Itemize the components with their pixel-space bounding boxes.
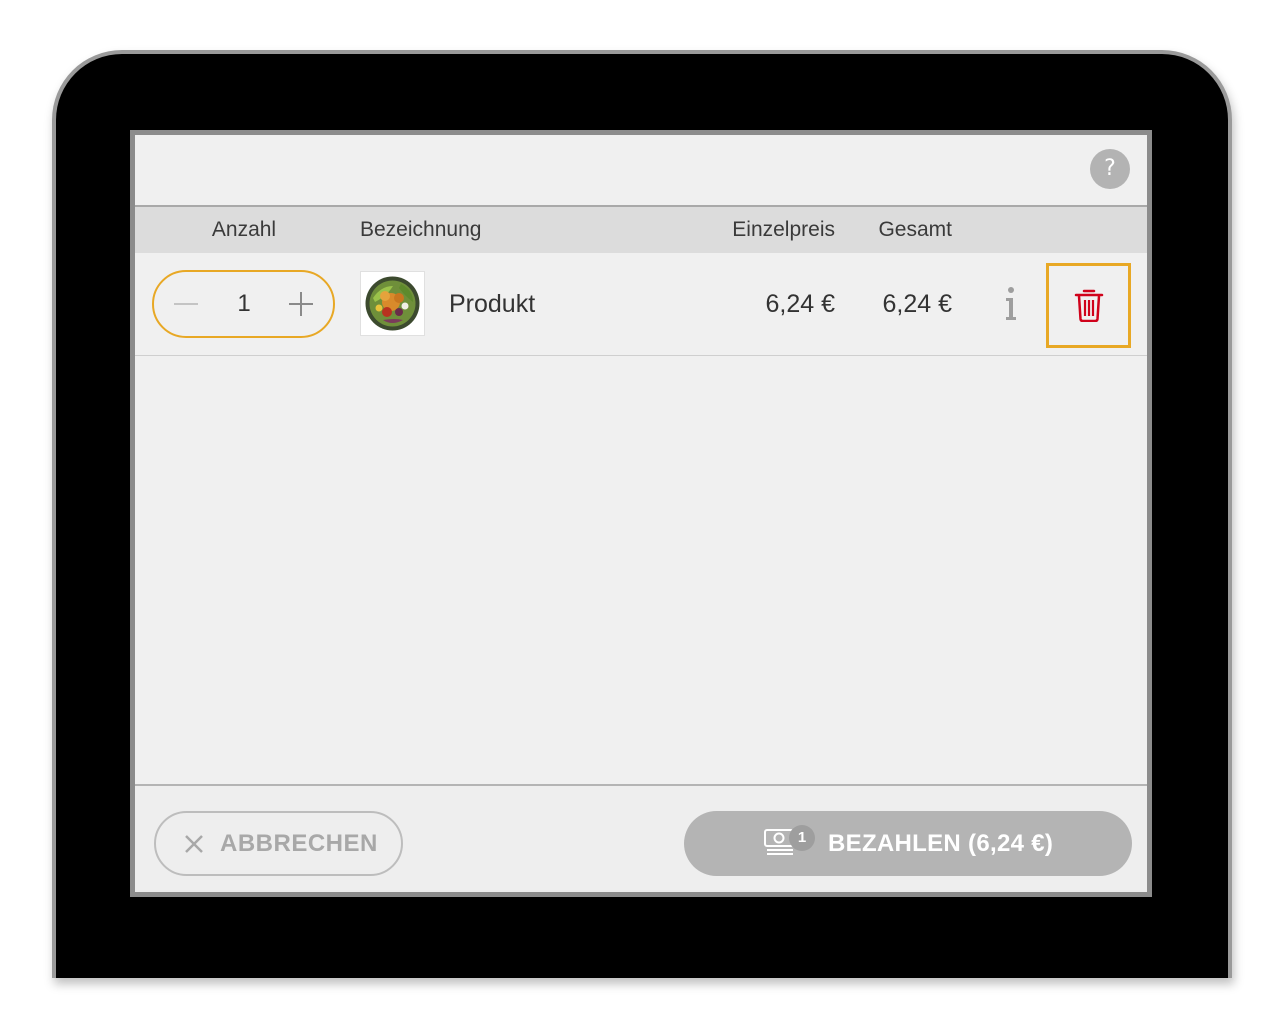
minus-icon (174, 303, 198, 305)
column-header-quantity: Anzahl (211, 218, 277, 241)
question-mark-icon: ? (1104, 156, 1116, 181)
delete-item-button[interactable] (1046, 263, 1131, 348)
column-header-total: Gesamt (878, 218, 952, 241)
cancel-button[interactable]: ABBRECHEN (154, 811, 403, 876)
product-image (360, 271, 425, 336)
top-bar: ? (135, 135, 1147, 205)
quantity-stepper: 1 (152, 270, 335, 338)
info-icon (1006, 287, 1016, 320)
product-name: Produkt (449, 290, 536, 318)
product-info-button[interactable] (997, 285, 1025, 325)
pay-button-label: BEZAHLEN (6,24 €) (828, 830, 1054, 857)
footer-bar: ABBRECHEN 1 BEZAHLEN (6,24 €) (135, 784, 1147, 892)
help-button[interactable]: ? (1090, 149, 1130, 189)
cart-empty-area (135, 357, 1147, 785)
cancel-button-label: ABBRECHEN (220, 830, 378, 857)
unit-price: 6,24 € (765, 290, 835, 318)
increase-quantity-button[interactable] (273, 272, 329, 336)
column-header-description: Bezeichnung (360, 218, 482, 241)
decrease-quantity-button[interactable] (158, 272, 214, 336)
table-header: Anzahl Bezeichnung Einzelpreis Gesamt (135, 205, 1147, 253)
pay-button[interactable]: 1 BEZAHLEN (6,24 €) (684, 811, 1132, 876)
cart-count-badge: 1 (789, 825, 815, 851)
total-price: 6,24 € (882, 290, 952, 318)
quantity-value: 1 (237, 290, 251, 317)
trash-icon (1074, 289, 1104, 322)
column-header-unit-price: Einzelpreis (732, 218, 835, 241)
table-row: 1 Produkt 6,24 € 6,24 € (135, 253, 1147, 356)
app-screen: ? Anzahl Bezeichnung Einzelpreis Gesamt … (130, 130, 1152, 897)
close-icon (185, 835, 203, 853)
plus-icon (289, 292, 313, 316)
salad-bowl-icon (365, 276, 420, 331)
